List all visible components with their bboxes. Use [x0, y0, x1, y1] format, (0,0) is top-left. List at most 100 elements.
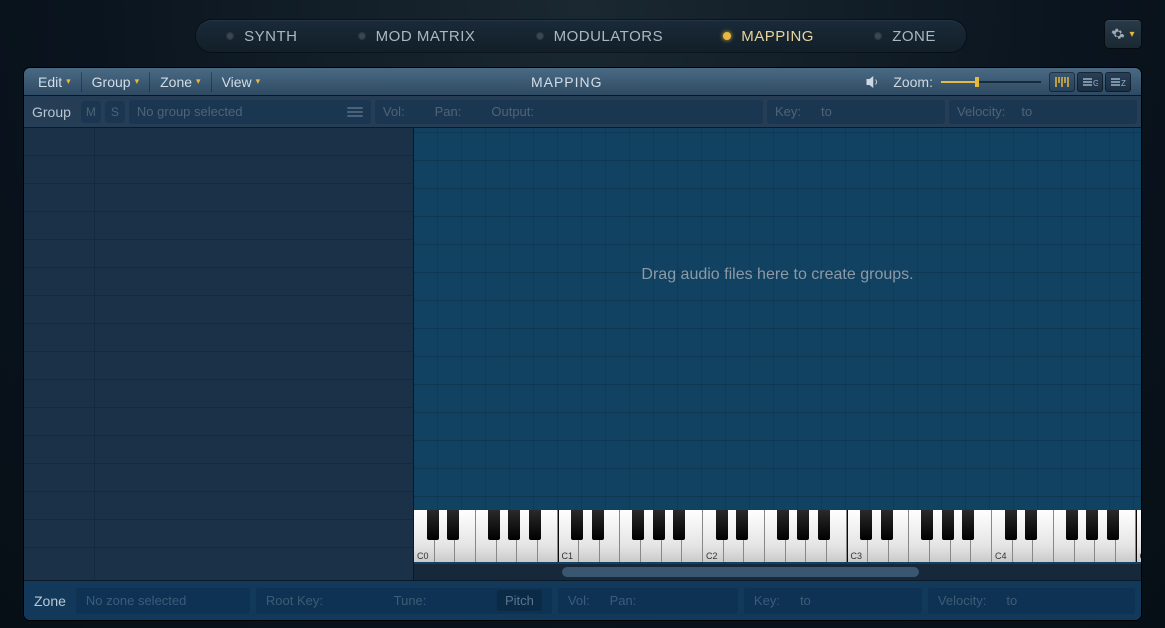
zoom-slider[interactable] — [941, 75, 1041, 89]
view-mode-keymap[interactable] — [1049, 72, 1075, 92]
black-key[interactable] — [592, 510, 604, 540]
black-key[interactable] — [632, 510, 644, 540]
zone-mix-field[interactable]: Vol: Pan: — [558, 588, 738, 614]
tab-dot-icon — [536, 32, 544, 40]
black-key[interactable] — [881, 510, 893, 540]
pan-label: Pan: — [610, 593, 637, 608]
zone-row-label: Zone — [30, 593, 70, 609]
root-key-label: Root Key: — [266, 593, 323, 608]
octave: C1 — [559, 510, 704, 562]
menu-label: Group — [92, 74, 131, 90]
black-key[interactable] — [653, 510, 665, 540]
to-label: to — [800, 593, 811, 608]
black-key[interactable] — [1066, 510, 1078, 540]
zone-tune-field[interactable]: Root Key: Tune: Pitch — [256, 588, 552, 614]
keyboard[interactable]: C0C1C2C3C4C5 — [414, 510, 1141, 562]
gear-icon — [1111, 27, 1125, 41]
black-key[interactable] — [508, 510, 520, 540]
black-key[interactable] — [921, 510, 933, 540]
group-solo-button[interactable]: S — [105, 101, 125, 123]
black-key[interactable] — [427, 510, 439, 540]
black-key[interactable] — [1107, 510, 1119, 540]
black-key[interactable] — [818, 510, 830, 540]
black-key[interactable] — [777, 510, 789, 540]
tab-label: ZONE — [892, 28, 936, 45]
zone-velocity-range-field[interactable]: Velocity: to — [928, 588, 1135, 614]
tab-dot-icon — [226, 32, 234, 40]
octave: C4 — [992, 510, 1137, 562]
octave: C5 — [1137, 510, 1142, 562]
chevron-down-icon: ▾ — [196, 76, 201, 87]
key-label: Key: — [754, 593, 780, 608]
group-param-row: Group M S No group selected Vol: Pan: Ou… — [24, 96, 1141, 128]
black-key[interactable] — [571, 510, 583, 540]
tab-label: MOD MATRIX — [376, 28, 476, 45]
tab-dot-icon — [358, 32, 366, 40]
menu-label: View — [222, 74, 252, 90]
speaker-icon — [865, 75, 883, 89]
editor-menubar: Edit▾ Group▾ Zone▾ View▾ MAPPING Zoom: G — [24, 68, 1141, 96]
tab-mod-matrix[interactable]: MOD MATRIX — [358, 28, 476, 45]
tab-mapping[interactable]: MAPPING — [723, 28, 814, 45]
black-key[interactable] — [736, 510, 748, 540]
menu-zone[interactable]: Zone▾ — [152, 71, 208, 93]
mapping-main-area: Drag audio files here to create groups. … — [24, 128, 1141, 580]
tab-dot-icon — [874, 32, 882, 40]
menu-group[interactable]: Group ▾ — [84, 71, 147, 93]
tab-zone[interactable]: ZONE — [874, 28, 936, 45]
zone-list-icon: Z — [1110, 76, 1126, 88]
settings-menu-button[interactable]: ▾ — [1105, 20, 1141, 48]
zone-name-placeholder: No zone selected — [86, 593, 186, 608]
black-key[interactable] — [1025, 510, 1037, 540]
group-list-panel[interactable] — [24, 128, 414, 580]
view-mode-zone-list[interactable]: Z — [1105, 72, 1131, 92]
group-key-range-field[interactable]: Key: to — [767, 100, 945, 124]
top-nav: SYNTH MOD MATRIX MODULATORS MAPPING ZONE — [196, 20, 966, 52]
black-key[interactable] — [1086, 510, 1098, 540]
tab-label: MODULATORS — [554, 28, 663, 45]
menu-label: Edit — [38, 74, 62, 90]
black-key[interactable] — [860, 510, 872, 540]
group-mute-button[interactable]: M — [81, 101, 101, 123]
output-label: Output: — [491, 104, 534, 119]
mapping-editor: Edit▾ Group▾ Zone▾ View▾ MAPPING Zoom: G — [24, 68, 1141, 620]
view-mode-group-list[interactable]: G — [1077, 72, 1103, 92]
black-key[interactable] — [529, 510, 541, 540]
black-key[interactable] — [962, 510, 974, 540]
editor-title: MAPPING — [270, 74, 863, 90]
group-name-field[interactable]: No group selected — [129, 100, 371, 124]
tab-synth[interactable]: SYNTH — [226, 28, 297, 45]
separator — [81, 72, 82, 92]
drop-hint: Drag audio files here to create groups. — [414, 266, 1141, 284]
audition-toggle[interactable] — [865, 74, 885, 90]
pan-label: Pan: — [435, 104, 462, 119]
group-mix-field[interactable]: Vol: Pan: Output: — [375, 100, 763, 124]
black-key[interactable] — [488, 510, 500, 540]
tab-dot-icon — [723, 32, 731, 40]
zone-key-range-field[interactable]: Key: to — [744, 588, 922, 614]
pitch-toggle[interactable]: Pitch — [497, 590, 542, 611]
svg-text:G: G — [1093, 79, 1098, 88]
group-list-icon: G — [1082, 76, 1098, 88]
black-key[interactable] — [797, 510, 809, 540]
group-velocity-range-field[interactable]: Velocity: to — [949, 100, 1137, 124]
black-key[interactable] — [942, 510, 954, 540]
octave: C3 — [848, 510, 993, 562]
chevron-down-icon: ▾ — [135, 76, 140, 87]
list-icon — [347, 107, 363, 117]
vol-label: Vol: — [383, 104, 405, 119]
black-key[interactable] — [716, 510, 728, 540]
octave: C0 — [414, 510, 559, 562]
tab-modulators[interactable]: MODULATORS — [536, 28, 663, 45]
zone-drop-area[interactable]: Drag audio files here to create groups. … — [414, 128, 1141, 580]
menu-view[interactable]: View▾ — [214, 71, 269, 93]
horizontal-scrollbar[interactable] — [414, 564, 1141, 580]
scrollbar-thumb[interactable] — [562, 567, 919, 577]
chevron-down-icon: ▾ — [1129, 29, 1134, 40]
black-key[interactable] — [1005, 510, 1017, 540]
black-key[interactable] — [447, 510, 459, 540]
black-key[interactable] — [673, 510, 685, 540]
tab-label: MAPPING — [741, 28, 814, 45]
zone-name-field[interactable]: No zone selected — [76, 588, 250, 614]
menu-edit[interactable]: Edit▾ — [30, 71, 79, 93]
